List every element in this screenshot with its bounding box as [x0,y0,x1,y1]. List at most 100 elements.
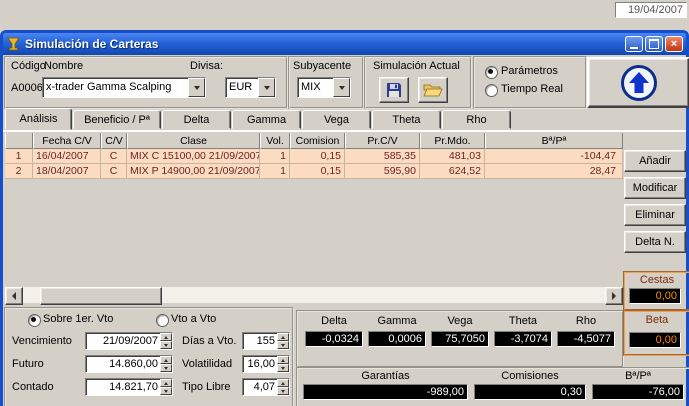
grid-header-bfpf[interactable]: Bª/Pª [485,132,623,149]
simulacion-actual-label: Simulación Actual [373,60,460,72]
grid-header-vol[interactable]: Vol. [260,132,290,149]
chevron-down-icon [339,86,345,90]
tab-vega[interactable]: Vega [302,110,371,129]
modificar-button[interactable]: Modificar [624,177,686,199]
divisa-combobox-value: EUR [226,78,258,97]
maximize-button[interactable] [645,36,663,52]
scroll-right-icon [612,292,616,300]
scroll-left-button[interactable] [5,287,23,305]
divisa-combobox[interactable]: EUR [225,77,276,98]
tab-gamma[interactable]: Gamma [232,110,301,129]
cell-clase: MIX C 15100,00 21/09/2007 [127,149,260,164]
open-folder-icon [423,82,443,98]
tab-beneficio[interactable]: Beneficio / Pª [73,110,161,129]
vto-a-vto-label: Vto a Vto [171,313,216,325]
chevron-down-icon [264,86,270,90]
spin-up-icon[interactable] [277,379,289,387]
vto-a-vto-radio[interactable] [156,314,169,327]
nombre-label: Nombre [44,60,83,72]
delta-n-button[interactable]: Delta N. [624,231,686,253]
vencimiento-stepper[interactable] [160,333,172,349]
grid-header-clase[interactable]: Clase [127,132,260,149]
spin-up-icon[interactable] [277,333,289,341]
subyacente-combobox[interactable]: MIX [297,77,351,98]
divisa-dropdown-button[interactable] [258,78,275,97]
cell-comision: 0,15 [290,149,345,164]
tab-rho[interactable]: Rho [442,110,511,129]
spin-down-icon[interactable] [277,341,289,349]
grid-header-prmdo[interactable]: Pr.Mdo. [420,132,485,149]
nombre-combobox-value: x-trader Gamma Scalping [43,78,188,97]
vencimiento-field[interactable]: 21/09/2007 [85,332,173,350]
garantias-value: -989,00 [303,384,468,400]
nombre-combobox[interactable]: x-trader Gamma Scalping [42,77,206,98]
scroll-left-icon [12,292,16,300]
spin-down-icon[interactable] [277,387,289,395]
scroll-thumb[interactable] [40,287,162,305]
divisa-label: Divisa: [190,60,223,72]
dias-stepper[interactable] [277,333,289,349]
grid-horizontal-scrollbar[interactable] [5,287,623,303]
title-bar[interactable]: Simulación de Carteras × [3,33,686,55]
grid-header-prcv[interactable]: Pr.C/V [345,132,420,149]
cell-fecha: 18/04/2007 [33,164,101,179]
spin-down-icon[interactable] [160,364,172,372]
spin-up-icon[interactable] [277,356,289,364]
parametros-radio[interactable] [485,66,498,79]
cell-bfpf: 28,47 [485,164,623,179]
minimize-button[interactable] [625,36,643,52]
close-button[interactable]: × [665,36,683,52]
tab-strip: Análisis Beneficio / Pª Delta Gamma Vega… [4,108,687,130]
dias-a-vto-field[interactable]: 155 [242,332,290,350]
run-simulation-button[interactable] [587,57,689,108]
spin-up-icon[interactable] [160,356,172,364]
tab-pane-edge [3,130,686,132]
tab-analisis[interactable]: Análisis [5,108,72,130]
spin-up-icon[interactable] [160,379,172,387]
contado-field[interactable]: 14.821,70 [85,378,173,396]
open-simulation-button[interactable] [418,77,448,103]
futuro-stepper[interactable] [160,356,172,372]
cell-prmdo: 624,52 [420,164,485,179]
grid-row[interactable]: 2 18/04/2007 C MIX P 14900,00 21/09/2007… [5,164,623,179]
parameters-group: Sobre 1er. Vto Vto a Vto Vencimiento 21/… [4,307,294,406]
rho-value: -4,5077 [557,331,615,347]
save-simulation-button[interactable] [379,77,409,103]
cestas-value: 0,00 [629,288,681,304]
date-field[interactable]: 19/04/2007 [615,2,687,18]
grid-header-comision[interactable]: Comision [290,132,345,149]
grid-row[interactable]: 1 16/04/2007 C MIX C 15100,00 21/09/2007… [5,149,623,164]
eliminar-button[interactable]: Eliminar [624,204,686,226]
grid-header-fecha[interactable]: Fecha C/V [33,132,101,149]
sobre-1er-vto-label: Sobre 1er. Vto [43,313,113,325]
spin-up-icon[interactable] [160,333,172,341]
nombre-dropdown-button[interactable] [188,78,205,97]
grid-header-indicator[interactable] [5,132,33,149]
scroll-track[interactable] [23,287,605,303]
cell-prcv: 595,90 [345,164,420,179]
grid-header-cv[interactable]: C/V [101,132,127,149]
anadir-button[interactable]: Añadir [624,150,686,172]
futuro-field[interactable]: 14.860,00 [85,355,173,373]
cell-bfpf: -104,47 [485,149,623,164]
tipo-libre-stepper[interactable] [277,379,289,395]
scroll-right-button[interactable] [605,287,623,305]
contado-stepper[interactable] [160,379,172,395]
spin-down-icon[interactable] [160,387,172,395]
spin-down-icon[interactable] [277,364,289,372]
tab-delta[interactable]: Delta [162,110,231,129]
delta-label: Delta [305,315,363,327]
cell-num: 1 [5,149,33,164]
subyacente-dropdown-button[interactable] [333,78,350,97]
codigo-value: A0006 [11,82,43,94]
volatilidad-field[interactable]: 16,00 [242,355,290,373]
sobre-1er-vto-radio[interactable] [28,314,41,327]
tipo-libre-field[interactable]: 4,07 [242,378,290,396]
spin-down-icon[interactable] [160,341,172,349]
tab-theta[interactable]: Theta [372,110,441,129]
comisiones-value: 0,30 [474,384,586,400]
gamma-value: 0,0006 [368,331,426,347]
tiempo-real-radio[interactable] [485,84,498,97]
dias-a-vto-value: 155 [243,333,277,349]
volatilidad-stepper[interactable] [277,356,289,372]
